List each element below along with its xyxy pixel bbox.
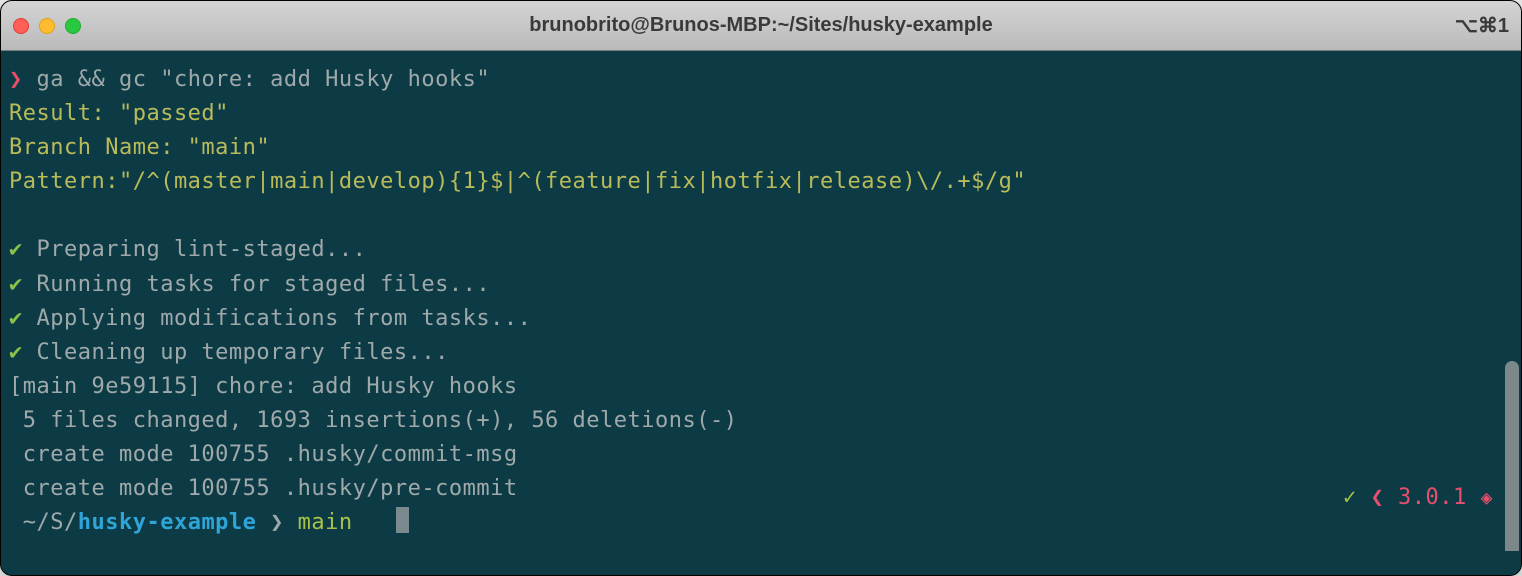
traffic-lights [13,18,81,34]
terminal-window: brunobrito@Brunos-MBP:~/Sites/husky-exam… [0,0,1522,576]
check-icon: ✔ [9,340,23,365]
scrollbar[interactable] [1505,361,1519,551]
create-mode-line: create mode 100755 .husky/commit-msg [9,438,1513,472]
chevron-right-icon: ❯ [270,510,284,535]
status-check-icon: ✓ [1343,485,1357,510]
maximize-icon[interactable] [65,18,81,34]
result-line: Result: "passed" [9,97,1513,131]
check-icon: ✔ [9,306,23,331]
task-text: Preparing lint-staged... [37,237,367,262]
task-line: ✔ Preparing lint-staged... [9,233,1513,267]
check-icon: ✔ [9,237,23,262]
prompt-line[interactable]: ~/S/husky-example ❯ main [9,506,1513,540]
minimize-icon[interactable] [39,18,55,34]
task-line: ✔ Applying modifications from tasks... [9,302,1513,336]
create-mode-line: create mode 100755 .husky/pre-commit [9,472,1513,506]
window-title: brunobrito@Brunos-MBP:~/Sites/husky-exam… [529,14,992,37]
check-icon: ✔ [9,272,23,297]
keyboard-shortcut: ⌥⌘1 [1455,13,1509,38]
branch-name-line: Branch Name: "main" [9,131,1513,165]
pattern-line: Pattern:"/^(master|main|develop){1}$|^(f… [9,165,1513,199]
prompt-arrow-icon: ❯ [9,67,23,92]
cursor-icon [396,507,409,533]
window-bottom-padding [1,551,1521,575]
close-icon[interactable] [13,18,29,34]
titlebar: brunobrito@Brunos-MBP:~/Sites/husky-exam… [1,1,1521,51]
task-line: ✔ Cleaning up temporary files... [9,336,1513,370]
command-line: ❯ ga && gc "chore: add Husky hooks" [9,63,1513,97]
task-text: Cleaning up temporary files... [37,340,449,365]
blank-line [9,199,1513,233]
changes-line: 5 files changed, 1693 insertions(+), 56 … [9,404,1513,438]
ruby-gem-icon: ◈ [1480,485,1493,509]
terminal-body[interactable]: ❯ ga && gc "chore: add Husky hooks" Resu… [1,51,1521,551]
commit-line: [main 9e59115] chore: add Husky hooks [9,370,1513,404]
version-number: 3.0.1 [1398,485,1467,510]
status-bar-right: ✓ ❮ 3.0.1 ◈ [1343,481,1493,515]
chevron-left-icon: ❮ [1370,485,1384,510]
task-text: Running tasks for staged files... [37,272,491,297]
branch-name: main [298,510,353,535]
command-text: ga && gc "chore: add Husky hooks" [37,67,491,92]
task-text: Applying modifications from tasks... [37,306,532,331]
path-prefix: ~/S/ [9,510,78,535]
task-line: ✔ Running tasks for staged files... [9,268,1513,302]
path-directory: husky-example [78,510,257,535]
